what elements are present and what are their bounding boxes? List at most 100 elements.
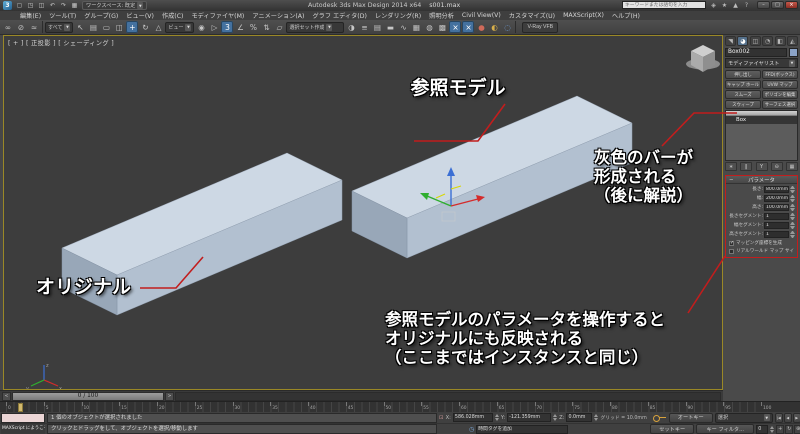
select-and-scale-icon[interactable]: △: [152, 21, 164, 33]
pan-icon[interactable]: +: [776, 425, 784, 434]
extrude-button[interactable]: 押し出し: [725, 70, 761, 79]
value-field[interactable]: 1: [764, 222, 789, 229]
go-to-start-icon[interactable]: |◀: [775, 413, 783, 423]
viewcube[interactable]: [686, 45, 720, 72]
spinner[interactable]: [594, 414, 598, 421]
render-setup-icon[interactable]: ▩: [436, 21, 448, 33]
selection-set-dropdown[interactable]: 選択▼: [715, 413, 773, 423]
value-field[interactable]: 1: [764, 231, 789, 238]
bind-to-space-warp-icon[interactable]: ≈: [28, 21, 40, 33]
set-key-button[interactable]: セットキー: [650, 424, 694, 434]
previous-frame-button[interactable]: <: [2, 392, 11, 401]
spinner[interactable]: [790, 213, 795, 220]
menu-item[interactable]: ツール(T): [45, 11, 80, 20]
value-field[interactable]: 800.0mm: [764, 186, 789, 193]
activeshade-icon[interactable]: ◌: [501, 21, 513, 33]
favorites-icon[interactable]: ★: [720, 2, 729, 9]
named-selection-dropdown[interactable]: 選択セット作成▼: [286, 22, 344, 33]
value-field[interactable]: 1: [764, 213, 789, 220]
key-filters-button[interactable]: キー フィルタ...: [696, 424, 754, 434]
menu-item[interactable]: Civil View(V): [458, 12, 505, 19]
schematic-view-icon[interactable]: ▦: [410, 21, 422, 33]
value-field[interactable]: 200.0mm: [764, 195, 789, 202]
selection-region-icon[interactable]: ▭: [100, 21, 112, 33]
sign-in-icon[interactable]: ▲: [731, 2, 740, 9]
menu-item[interactable]: ビュー(V): [122, 11, 158, 20]
object-color-swatch[interactable]: [789, 48, 798, 57]
search-input[interactable]: [622, 1, 706, 9]
communication-center-icon[interactable]: ◈: [709, 2, 718, 9]
spinner[interactable]: [770, 426, 774, 433]
z-coordinate-field[interactable]: 0.0mm: [566, 413, 592, 422]
y-coordinate-field[interactable]: -121.359mm: [507, 413, 551, 422]
spinner[interactable]: [790, 204, 795, 211]
spinner[interactable]: [553, 414, 557, 421]
menu-item[interactable]: グラフ エディタ(D): [308, 11, 370, 20]
spinner[interactable]: [790, 231, 795, 238]
vray-vfb-button[interactable]: V-Ray VFB: [522, 22, 558, 33]
transform-lock-icon[interactable]: ⊡: [439, 415, 444, 421]
modifier-stack-item-box[interactable]: Box: [726, 116, 797, 124]
minimize-button[interactable]: –: [757, 1, 770, 9]
modifier-list-dropdown[interactable]: モディファイヤリスト▼: [725, 58, 798, 68]
select-and-link-icon[interactable]: ∞: [2, 21, 14, 33]
modify-tab-icon[interactable]: ◕: [737, 36, 748, 46]
menu-item[interactable]: グループ(G): [80, 11, 122, 20]
time-slider-handle[interactable]: 0 / 100: [12, 392, 164, 401]
next-frame-button[interactable]: >: [165, 392, 174, 401]
cap-holes-button[interactable]: キャップ ホール: [725, 80, 761, 89]
sweep-button[interactable]: スウィープ: [725, 100, 761, 109]
window-crossing-icon[interactable]: ◫: [113, 21, 125, 33]
orbit-icon[interactable]: ↻: [785, 425, 793, 434]
uvw-map-button[interactable]: UVW マップ: [762, 80, 798, 89]
menu-item[interactable]: 照明分析: [425, 11, 458, 20]
menu-item[interactable]: ヘルプ(H): [608, 11, 644, 20]
generate-mapping-coords-checkbox[interactable]: マッピング座標を生成: [726, 240, 797, 246]
layer-manager-icon[interactable]: ▤: [371, 21, 383, 33]
display-tab-icon[interactable]: ◧: [775, 36, 786, 46]
spinner[interactable]: [790, 195, 795, 202]
selection-filter-dropdown[interactable]: すべて▼: [45, 22, 73, 33]
unlink-selection-icon[interactable]: ⊘: [15, 21, 27, 33]
x-coordinate-field[interactable]: 586.028mm: [453, 413, 493, 422]
spinner-snap-icon[interactable]: ⇅: [260, 21, 272, 33]
maxscript-mini-listener[interactable]: MAXScript にようこそ: [1, 424, 45, 434]
maxscript-macro-recorder[interactable]: [1, 413, 45, 423]
auto-key-button[interactable]: オートキー: [669, 413, 713, 423]
make-unique-icon[interactable]: Y: [756, 162, 768, 171]
select-and-move-icon[interactable]: +: [126, 21, 138, 33]
workspace-dropdown[interactable]: ワークスペース: 既定▼: [82, 1, 147, 10]
hierarchy-tab-icon[interactable]: ◫: [750, 36, 761, 46]
previous-frame-icon[interactable]: ◀: [784, 413, 792, 423]
show-end-result-icon[interactable]: ‖: [740, 162, 752, 171]
ribbon-toggle-icon[interactable]: ▬: [384, 21, 396, 33]
current-frame-marker[interactable]: [18, 403, 23, 412]
spinner[interactable]: [495, 414, 499, 421]
value-field[interactable]: 100.0mm: [764, 204, 789, 211]
spinner[interactable]: [790, 222, 795, 229]
material-editor-icon[interactable]: ◍: [423, 21, 435, 33]
undo-icon[interactable]: ↶: [48, 1, 57, 10]
select-by-name-icon[interactable]: ▤: [87, 21, 99, 33]
menu-item[interactable]: モディファイヤ(M): [187, 11, 248, 20]
zoom-icon[interactable]: ⊕: [794, 425, 800, 434]
menu-item[interactable]: カスタマイズ(U): [505, 11, 559, 20]
new-scene-icon[interactable]: ▢: [15, 1, 24, 10]
menu-item[interactable]: MAXScript(X): [559, 12, 608, 19]
select-object-icon[interactable]: ↖: [74, 21, 86, 33]
configure-modifier-sets-icon[interactable]: ▦: [786, 162, 798, 171]
project-folder-icon[interactable]: ▦: [70, 1, 79, 10]
surface-select-button[interactable]: サーフェス選択: [762, 100, 798, 109]
reference-coordinate-dropdown[interactable]: ビュー▼: [165, 22, 194, 33]
snaps-toggle-icon[interactable]: 3: [221, 21, 233, 33]
menu-item[interactable]: 編集(E): [16, 11, 45, 20]
object-name-field[interactable]: Box002: [725, 48, 787, 57]
close-button[interactable]: ×: [785, 1, 798, 9]
angle-snap-icon[interactable]: ∠: [234, 21, 246, 33]
play-icon[interactable]: ▶: [793, 413, 800, 423]
utilities-tab-icon[interactable]: ◭: [787, 36, 798, 46]
time-slider-track[interactable]: [175, 392, 721, 401]
select-and-manipulate-icon[interactable]: ▷: [208, 21, 220, 33]
ffd-box-button[interactable]: FFD(ボックス): [762, 70, 798, 79]
reference-box-model[interactable]: [352, 96, 632, 258]
